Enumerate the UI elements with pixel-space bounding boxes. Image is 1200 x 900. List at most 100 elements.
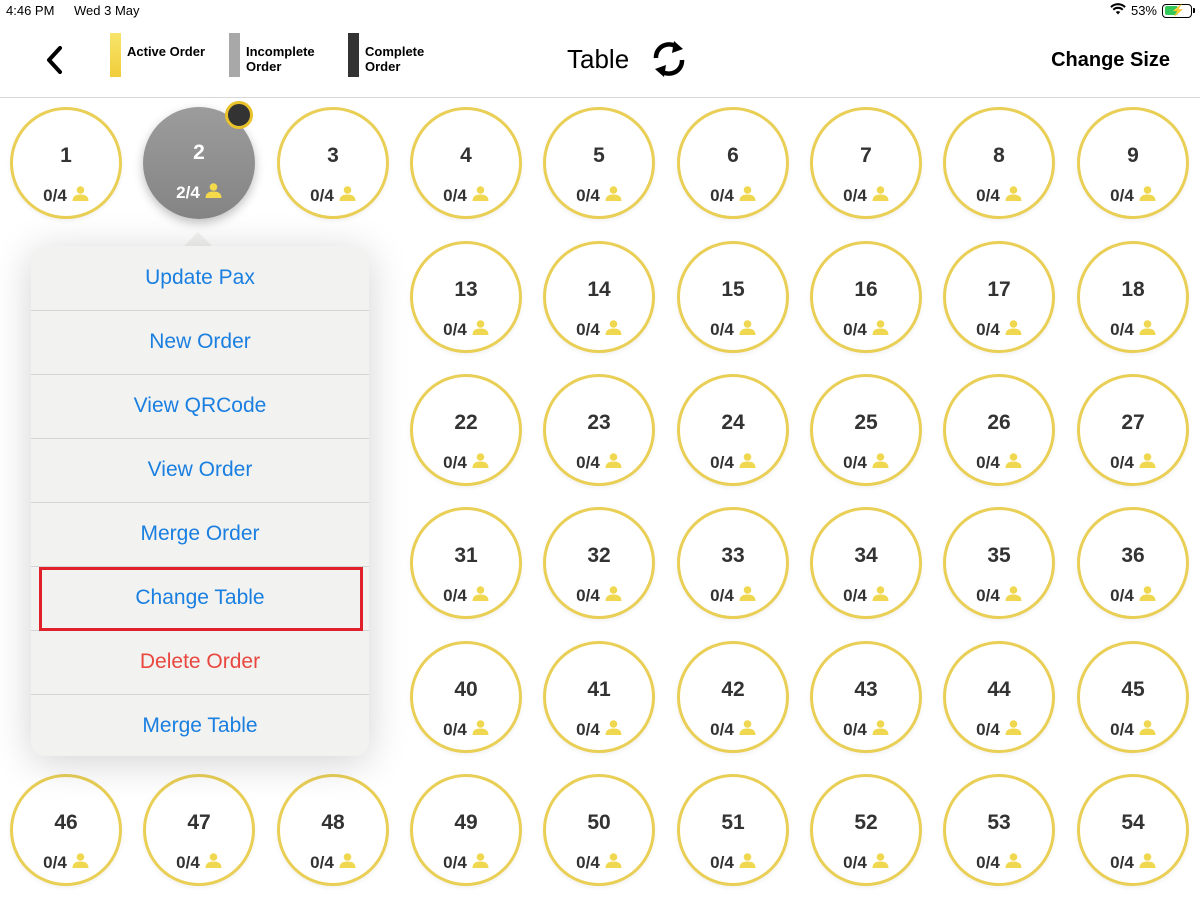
table-26-button[interactable]: 26 0/4: [943, 374, 1055, 486]
table-17-button[interactable]: 17 0/4: [943, 241, 1055, 353]
table-25-button[interactable]: 25 0/4: [810, 374, 922, 486]
table-46-button[interactable]: 46 0/4: [10, 774, 122, 886]
table-53-button[interactable]: 53 0/4: [943, 774, 1055, 886]
pax-count: 0/4: [843, 453, 867, 472]
change-size-button[interactable]: Change Size: [1051, 49, 1170, 72]
menu-item-merge-table[interactable]: Merge Table: [31, 694, 369, 758]
table-51-button[interactable]: 51 0/4: [677, 774, 789, 886]
pax-count: 0/4: [710, 320, 734, 339]
table-35-button[interactable]: 35 0/4: [943, 507, 1055, 619]
table-number: 9: [1127, 144, 1139, 167]
table-32-button[interactable]: 32 0/4: [543, 507, 655, 619]
menu-item-merge-order[interactable]: Merge Order: [31, 502, 369, 566]
table-2-button[interactable]: 2 2/4: [143, 101, 255, 219]
pax-count: 0/4: [443, 453, 467, 472]
person-icon: [1005, 186, 1022, 206]
person-icon: [1005, 320, 1022, 340]
person-icon: [472, 720, 489, 740]
table-pax: 0/4: [813, 853, 919, 873]
refresh-icon: [653, 41, 685, 77]
menu-item-new-order[interactable]: New Order: [31, 310, 369, 374]
table-22-button[interactable]: 22 0/4: [410, 374, 522, 486]
person-icon: [72, 186, 89, 206]
table-47-button[interactable]: 47 0/4: [143, 774, 255, 886]
table-pax: 0/4: [680, 453, 786, 473]
table-40-button[interactable]: 40 0/4: [410, 641, 522, 753]
pax-count: 0/4: [310, 186, 334, 205]
back-button[interactable]: [40, 42, 72, 78]
table-pax: 0/4: [946, 320, 1052, 340]
table-6-button[interactable]: 6 0/4: [677, 107, 789, 219]
table-15-button[interactable]: 15 0/4: [677, 241, 789, 353]
table-18-button[interactable]: 18 0/4: [1077, 241, 1189, 353]
table-pax: 0/4: [946, 586, 1052, 606]
table-52-button[interactable]: 52 0/4: [810, 774, 922, 886]
refresh-button[interactable]: [648, 36, 690, 82]
table-number: 52: [854, 811, 878, 834]
person-icon: [1139, 586, 1156, 606]
table-23-button[interactable]: 23 0/4: [543, 374, 655, 486]
table-7-button[interactable]: 7 0/4: [810, 107, 922, 219]
table-45-button[interactable]: 45 0/4: [1077, 641, 1189, 753]
pax-count: 0/4: [43, 853, 67, 872]
person-icon: [1139, 453, 1156, 473]
table-14-button[interactable]: 14 0/4: [543, 241, 655, 353]
table-50-button[interactable]: 50 0/4: [543, 774, 655, 886]
battery-icon: ⚡: [1162, 3, 1195, 18]
table-33-button[interactable]: 33 0/4: [677, 507, 789, 619]
person-icon: [872, 453, 889, 473]
table-41-button[interactable]: 41 0/4: [543, 641, 655, 753]
table-8-button[interactable]: 8 0/4: [943, 107, 1055, 219]
table-34-button[interactable]: 34 0/4: [810, 507, 922, 619]
table-48-button[interactable]: 48 0/4: [277, 774, 389, 886]
table-pax: 0/4: [546, 586, 652, 606]
table-number: 54: [1121, 811, 1145, 834]
table-number: 53: [987, 811, 1011, 834]
table-54-button[interactable]: 54 0/4: [1077, 774, 1189, 886]
table-27-button[interactable]: 27 0/4: [1077, 374, 1189, 486]
table-42-button[interactable]: 42 0/4: [677, 641, 789, 753]
table-3-button[interactable]: 3 0/4: [277, 107, 389, 219]
table-13-button[interactable]: 13 0/4: [410, 241, 522, 353]
pax-count: 0/4: [1110, 453, 1134, 472]
table-pax: 0/4: [280, 186, 386, 206]
table-number: 49: [454, 811, 478, 834]
person-icon: [605, 586, 622, 606]
pax-count: 0/4: [843, 186, 867, 205]
table-9-button[interactable]: 9 0/4: [1077, 107, 1189, 219]
pax-count: 0/4: [43, 186, 67, 205]
table-pax: 0/4: [680, 586, 786, 606]
table-number: 15: [721, 278, 745, 301]
menu-item-view-qrcode[interactable]: View QRCode: [31, 374, 369, 438]
table-5-button[interactable]: 5 0/4: [543, 107, 655, 219]
table-pax: 0/4: [946, 453, 1052, 473]
pax-count: 0/4: [576, 853, 600, 872]
table-pax: 0/4: [680, 720, 786, 740]
pax-count: 0/4: [443, 586, 467, 605]
table-36-button[interactable]: 36 0/4: [1077, 507, 1189, 619]
menu-separator: [31, 694, 369, 695]
table-number: 36: [1121, 544, 1145, 567]
table-pax: 0/4: [546, 853, 652, 873]
table-number: 5: [593, 144, 605, 167]
table-4-button[interactable]: 4 0/4: [410, 107, 522, 219]
menu-item-view-order[interactable]: View Order: [31, 438, 369, 502]
person-icon: [739, 320, 756, 340]
table-24-button[interactable]: 24 0/4: [677, 374, 789, 486]
change-table-highlight: [39, 567, 363, 631]
popover-arrow: [183, 232, 213, 247]
table-44-button[interactable]: 44 0/4: [943, 641, 1055, 753]
table-1-button[interactable]: 1 0/4: [10, 107, 122, 219]
pax-count: 0/4: [443, 720, 467, 739]
pax-count: 0/4: [576, 586, 600, 605]
table-43-button[interactable]: 43 0/4: [810, 641, 922, 753]
table-49-button[interactable]: 49 0/4: [410, 774, 522, 886]
person-icon: [872, 853, 889, 873]
order-status-dot: [225, 101, 253, 129]
legend-active-order: Active Order: [110, 33, 207, 77]
menu-item-update-pax[interactable]: Update Pax: [31, 246, 369, 310]
table-number: 2: [193, 141, 205, 164]
table-16-button[interactable]: 16 0/4: [810, 241, 922, 353]
table-31-button[interactable]: 31 0/4: [410, 507, 522, 619]
menu-item-delete-order[interactable]: Delete Order: [31, 630, 369, 694]
